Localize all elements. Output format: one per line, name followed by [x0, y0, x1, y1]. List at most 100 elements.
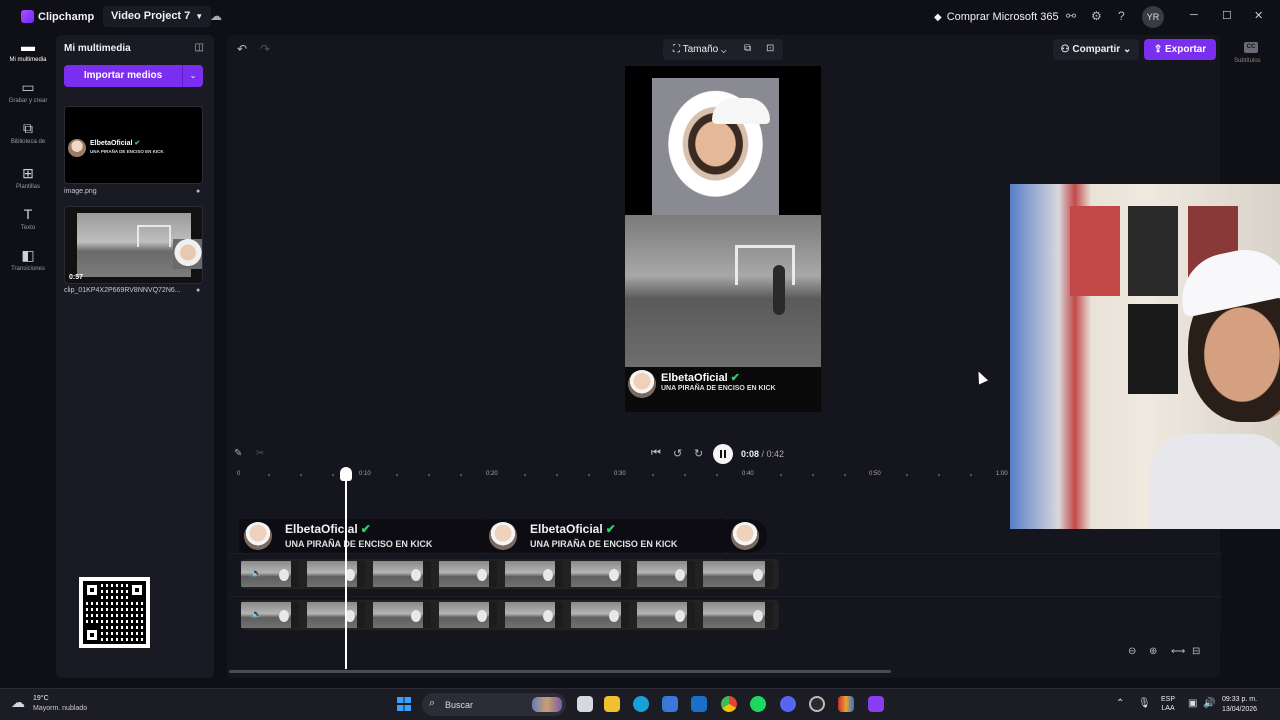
rail-item-transitions[interactable]: ◧ Transiciones	[4, 247, 52, 273]
export-button[interactable]: ⇪ Exportar	[1144, 39, 1216, 60]
microphone-icon[interactable]: 🎙	[1138, 698, 1151, 709]
network-icon[interactable]: ▣	[1188, 698, 1197, 709]
spotify-icon[interactable]	[750, 696, 766, 712]
title-bar: Clipchamp Video Project 7 ▼ ☁ ◆ Comprar Mi…	[0, 0, 1280, 33]
clip-frame	[373, 561, 431, 587]
clip-frame	[373, 602, 431, 628]
task-view-icon[interactable]	[577, 696, 593, 712]
expand-timeline-icon[interactable]: ⊟	[1192, 646, 1200, 657]
clip-frame	[439, 561, 497, 587]
fullscreen-icon[interactable]: ⊡	[766, 43, 774, 54]
rail-item-label: Mi multimedia	[9, 57, 47, 63]
video-clip[interactable]: 🔈	[241, 559, 779, 589]
collapse-panel-icon[interactable]: ◫	[195, 42, 204, 53]
lang-secondary: LAA	[1161, 705, 1175, 712]
split-icon[interactable]: ✂	[256, 448, 264, 459]
image-clip[interactable]	[727, 519, 767, 553]
media-item-name: image.png	[64, 188, 97, 195]
video-preview[interactable]: ElbetaOficial ✔ UNA PIRAÑA DE ENCISO EN K…	[625, 66, 821, 412]
buy-label: Comprar Microsoft 365	[946, 11, 1059, 23]
magic-edit-icon[interactable]: ✎	[234, 448, 242, 459]
weather-description[interactable]: Mayorm. nublado	[33, 705, 87, 712]
ruler-tick	[812, 474, 814, 476]
user-avatar[interactable]: YR	[1142, 6, 1164, 28]
rail-item-templates[interactable]: ⊞ Plantillas	[4, 165, 52, 191]
rail-item-my-media[interactable]: ▬ Mi multimedia	[4, 38, 52, 64]
outlook-icon[interactable]	[691, 696, 707, 712]
undo-icon[interactable]: ↶	[237, 42, 247, 56]
weather-temperature[interactable]: 19°C	[33, 695, 49, 702]
ruler-tick	[300, 474, 302, 476]
rail-item-record-create[interactable]: ▭ Grabar y crear	[4, 79, 52, 105]
app-icon[interactable]	[809, 696, 825, 712]
media-item-image[interactable]: ElbetaOficial ✔ UNA PIRAÑA DE ENCISO EN K…	[64, 106, 203, 184]
size-button[interactable]: ⛶ Tamaño ⌄	[673, 44, 726, 55]
ruler-label: 0	[237, 471, 241, 477]
cloud-weather-icon[interactable]: ☁	[11, 694, 25, 711]
chevron-down-icon[interactable]: ⌄	[182, 65, 203, 87]
clip-frame	[439, 602, 497, 628]
file-explorer-icon[interactable]	[604, 696, 620, 712]
buy-microsoft-365-button[interactable]: ◆ Comprar Microsoft 365	[934, 11, 1059, 23]
clock-time: 09:33 p. m.	[1222, 696, 1258, 703]
chrome-icon[interactable]	[721, 696, 737, 712]
skip-to-start-icon[interactable]: ⏮	[651, 447, 661, 460]
channel-avatar	[489, 522, 517, 550]
clipchamp-window: Clipchamp Video Project 7 ▼ ☁ ◆ Comprar Mi…	[0, 0, 1280, 720]
forward-5s-icon[interactable]: ↻	[694, 447, 703, 460]
ruler-tick	[716, 474, 718, 476]
ruler-tick	[652, 474, 654, 476]
minimize-icon[interactable]: ─	[1190, 9, 1198, 21]
qr-finder	[83, 581, 101, 599]
video-clip[interactable]: 🔈	[241, 600, 779, 630]
system-clock[interactable]: 09:33 p. m. 13/04/2026	[1222, 695, 1257, 715]
volume-icon[interactable]: 🔈	[251, 568, 262, 579]
clipchamp-logo-icon	[21, 10, 34, 23]
taskbar-search[interactable]: ⌕ Buscar	[422, 693, 566, 716]
fit-timeline-icon[interactable]: ⟷	[1171, 646, 1185, 657]
settings-gear-icon[interactable]: ⚙	[1091, 9, 1102, 23]
poster-graphic	[1128, 304, 1178, 394]
channel-avatar	[731, 522, 759, 550]
redo-icon[interactable]: ↷	[260, 42, 270, 56]
layout-icon[interactable]: ⧉	[744, 43, 751, 54]
close-icon[interactable]: ✕	[1254, 9, 1263, 22]
input-language[interactable]: ESP LAA	[1161, 695, 1175, 713]
rewind-5s-icon[interactable]: ↺	[673, 447, 682, 460]
microsoft-store-icon[interactable]	[662, 696, 678, 712]
ruler-tick	[780, 474, 782, 476]
share-button[interactable]: ⚇ Compartir ⌄	[1053, 39, 1139, 60]
windows-start-icon[interactable]	[397, 697, 411, 711]
edge-browser-icon[interactable]	[633, 696, 649, 712]
playhead-line[interactable]	[345, 473, 347, 669]
rail-item-text[interactable]: T Texto	[4, 206, 52, 232]
ruler-label: 0:50	[869, 471, 881, 477]
image-clip[interactable]: ElbetaOficial ✔ UNA PIRAÑA DE ENCISO EN K…	[484, 519, 727, 553]
zoom-in-icon[interactable]: ⊕	[1149, 646, 1157, 657]
project-name-button[interactable]: Video Project 7 ▼	[103, 6, 212, 27]
maximize-icon[interactable]: ☐	[1222, 9, 1232, 22]
pause-button[interactable]	[713, 444, 733, 464]
import-media-button[interactable]: Importar medios ⌄	[64, 65, 203, 87]
help-icon[interactable]: ?	[1118, 9, 1125, 23]
winrar-icon[interactable]	[838, 696, 854, 712]
share-link-icon[interactable]: ⚯	[1066, 9, 1076, 23]
volume-icon[interactable]: 🔊	[1203, 698, 1215, 709]
library-icon: ⧉	[23, 120, 33, 136]
ruler-tick	[332, 474, 334, 476]
cloud-off-icon[interactable]: ☁	[210, 9, 222, 23]
clip-frame	[241, 602, 299, 628]
volume-icon[interactable]: 🔈	[251, 609, 262, 620]
zoom-out-icon[interactable]: ⊖	[1128, 646, 1136, 657]
clipchamp-taskbar-icon[interactable]	[868, 696, 884, 712]
channel-avatar	[244, 522, 272, 550]
rail-item-label: Plantillas	[15, 184, 40, 190]
image-clip[interactable]: ElbetaOficial ✔ UNA PIRAÑA DE ENCISO EN K…	[239, 519, 484, 553]
rail-item-library[interactable]: ⧉ Biblioteca de	[4, 120, 52, 146]
discord-icon[interactable]	[780, 696, 796, 712]
chevron-up-icon[interactable]: ⌃	[1116, 698, 1124, 709]
channel-subtitle: UNA PIRAÑA DE ENCISO EN KICK	[285, 539, 433, 549]
media-item-video[interactable]: 0:57	[64, 206, 203, 284]
timeline-scrollbar[interactable]	[229, 670, 891, 673]
channel-name: ElbetaOficial ✔	[90, 140, 141, 147]
